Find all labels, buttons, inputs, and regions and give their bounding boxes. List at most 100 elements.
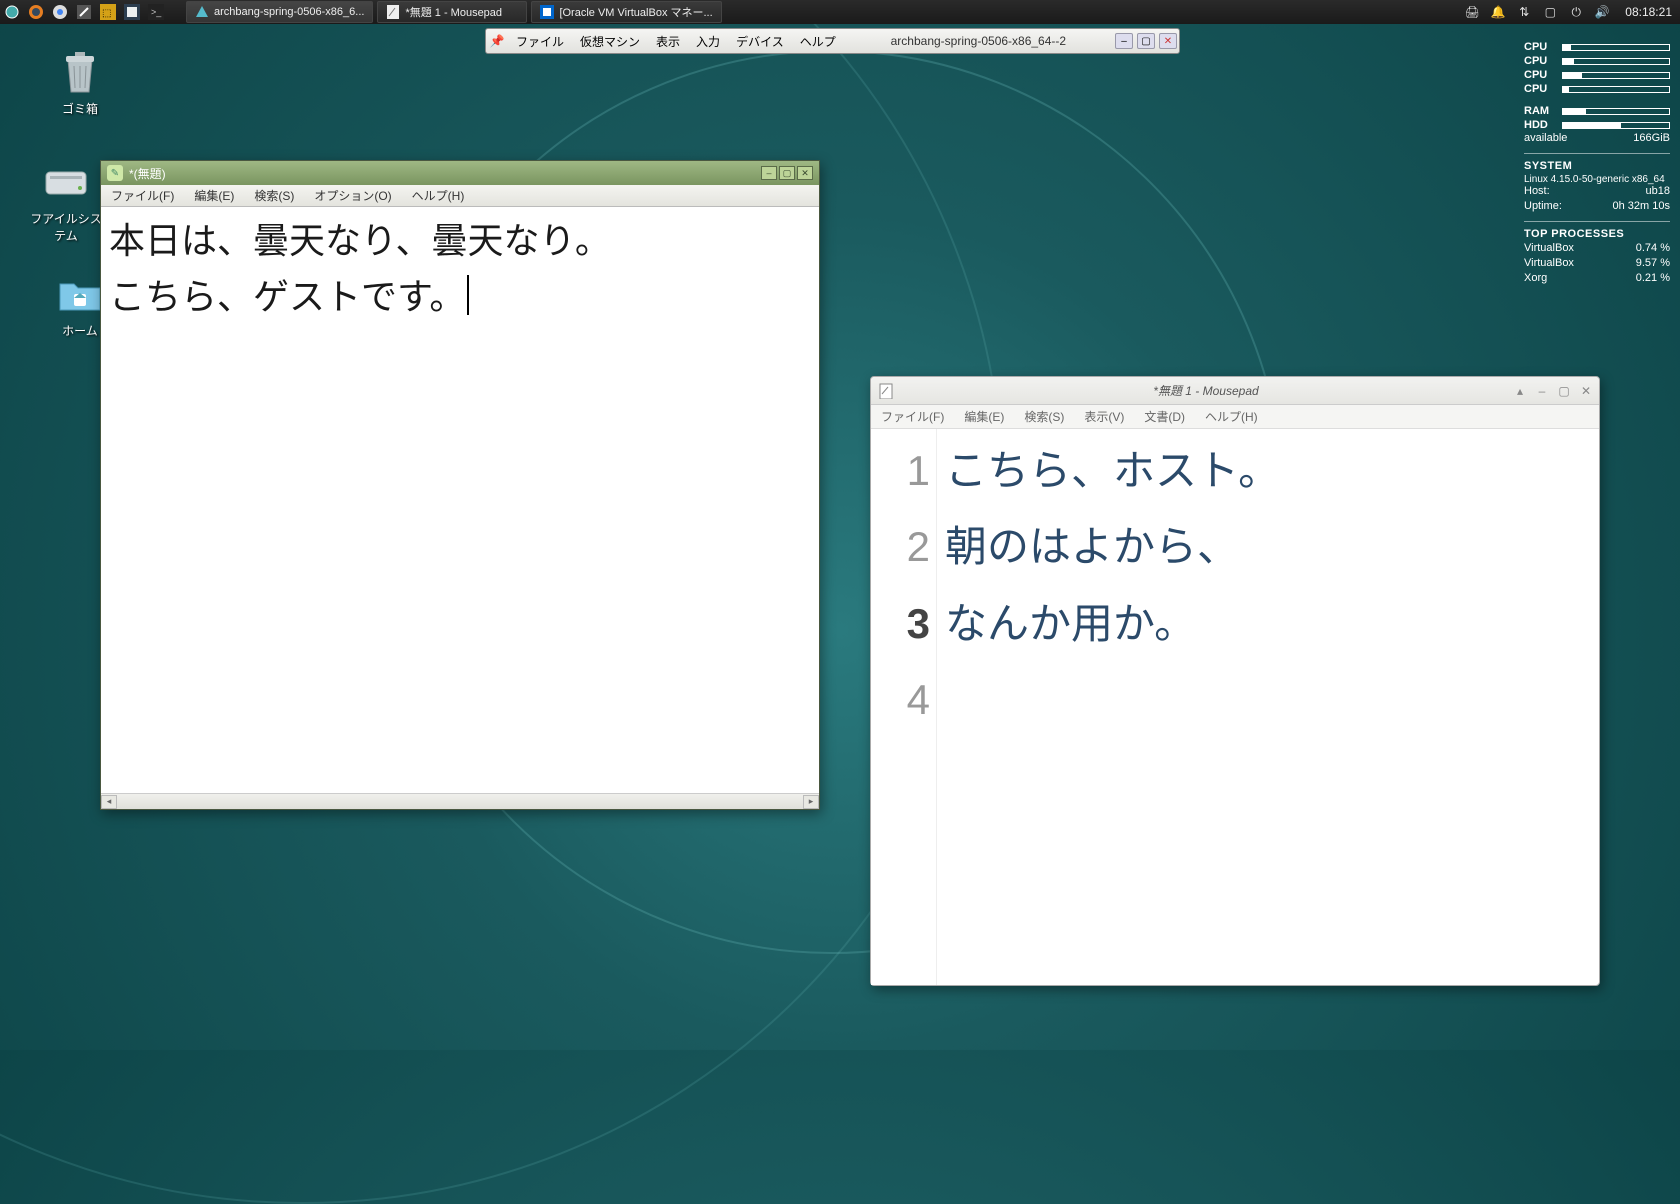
system-header: SYSTEM: [1524, 160, 1670, 172]
app-icon[interactable]: [121, 1, 143, 23]
maximize-button[interactable]: ▢: [1557, 384, 1571, 398]
taskbar-item-label: *無題 1 - Mousepad: [405, 4, 502, 20]
leafpad-title: *(無題): [129, 165, 166, 182]
top-processes-header: TOP PROCESSES: [1524, 228, 1670, 240]
leafpad-window: ✎ *(無題) – ▢ ✕ ファイル(F) 編集(E) 検索(S) オプション(…: [100, 160, 820, 810]
vbox-icon[interactable]: ⬚: [97, 1, 119, 23]
ram-bar: [1562, 108, 1670, 115]
printer-icon[interactable]: 🖨: [1463, 3, 1481, 21]
text-cursor: [467, 275, 469, 315]
menu-view[interactable]: 表示(V): [1074, 408, 1134, 425]
desktop-trash[interactable]: ゴミ箱: [40, 48, 120, 117]
desktop-icon-label: ゴミ箱: [40, 100, 120, 117]
vbox-menu-machine[interactable]: 仮想マシン: [572, 33, 648, 50]
svg-text:⬚: ⬚: [102, 8, 111, 19]
power-icon[interactable]: ⏻: [1567, 3, 1585, 21]
chrome-icon[interactable]: [49, 1, 71, 23]
leafpad-titlebar[interactable]: ✎ *(無題) – ▢ ✕: [101, 161, 819, 185]
host-label: Host:: [1524, 185, 1550, 200]
menu-search[interactable]: 検索(S): [1014, 408, 1074, 425]
minimize-button[interactable]: –: [761, 166, 777, 180]
maximize-button[interactable]: ▢: [779, 166, 795, 180]
svg-text:>_: >_: [151, 7, 162, 17]
firefox-icon[interactable]: [25, 1, 47, 23]
taskbar-item-label: [Oracle VM VirtualBox マネー...: [559, 4, 712, 20]
pin-icon[interactable]: 📌: [486, 34, 508, 48]
close-button[interactable]: ✕: [797, 166, 813, 180]
home-folder-icon: [56, 270, 104, 318]
process-pct: 0.21 %: [1636, 272, 1670, 287]
process-name: VirtualBox: [1524, 242, 1574, 257]
line-number: 1: [871, 433, 930, 509]
taskbar-item-label: archbang-spring-0506-x86_6...: [214, 6, 364, 18]
text-line: こちら、ホスト。: [945, 433, 1591, 509]
vbox-menu-file[interactable]: ファイル: [508, 33, 572, 50]
close-button[interactable]: ✕: [1579, 384, 1593, 398]
process-name: VirtualBox: [1524, 257, 1574, 272]
vbox-menu-view[interactable]: 表示: [648, 33, 688, 50]
menu-options[interactable]: オプション(O): [304, 187, 401, 204]
uptime-value: 0h 32m 10s: [1613, 200, 1670, 215]
terminal-icon[interactable]: >_: [145, 1, 167, 23]
uptime-label: Uptime:: [1524, 200, 1562, 215]
menu-help[interactable]: ヘルプ(H): [402, 187, 475, 204]
keep-above-button[interactable]: ▴: [1513, 384, 1527, 398]
mousepad-app-icon: [877, 382, 895, 400]
taskbar-item-mousepad[interactable]: *無題 1 - Mousepad: [377, 1, 527, 23]
minimize-button[interactable]: –: [1115, 33, 1133, 49]
close-button[interactable]: ✕: [1159, 33, 1177, 49]
host-value: ub18: [1646, 185, 1670, 200]
scroll-left-button[interactable]: ◂: [101, 795, 117, 809]
vbox-menu-help[interactable]: ヘルプ: [792, 33, 844, 50]
mousepad-menubar: ファイル(F) 編集(E) 検索(S) 表示(V) 文書(D) ヘルプ(H): [871, 405, 1599, 429]
hdd-bar: [1562, 122, 1670, 129]
notification-icon[interactable]: 🔔: [1489, 3, 1507, 21]
cpu-label: CPU: [1524, 83, 1562, 95]
mousepad-titlebar[interactable]: *無題 1 - Mousepad ▴ – ▢ ✕: [871, 377, 1599, 405]
cpu-label: CPU: [1524, 69, 1562, 81]
trash-icon: [56, 48, 104, 96]
menu-file[interactable]: ファイル(F): [101, 187, 184, 204]
editor-icon[interactable]: [73, 1, 95, 23]
menu-file[interactable]: ファイル(F): [871, 408, 954, 425]
vbox-menu-input[interactable]: 入力: [688, 33, 728, 50]
menu-edit[interactable]: 編集(E): [954, 408, 1014, 425]
cpu-bar: [1562, 44, 1670, 51]
scroll-right-button[interactable]: ▸: [803, 795, 819, 809]
clock[interactable]: 08:18:21: [1625, 5, 1672, 19]
minimize-button[interactable]: –: [1535, 384, 1549, 398]
cpu-bar: [1562, 86, 1670, 93]
cpu-bar: [1562, 72, 1670, 79]
mousepad-title: *無題 1 - Mousepad: [899, 382, 1513, 399]
system-monitor: CPUCPUCPUCPU RAM HDD available166GiB SYS…: [1524, 40, 1670, 287]
leafpad-textarea[interactable]: 本日は、曇天なり、曇天なり。 こちら、ゲストです。: [101, 207, 819, 793]
kernel-info: Linux 4.15.0-50-generic x86_64: [1524, 174, 1670, 185]
vbox-vm-title: archbang-spring-0506-x86_64--2: [844, 34, 1113, 48]
text-line: 朝のはよから、: [945, 509, 1591, 585]
mousepad-window: *無題 1 - Mousepad ▴ – ▢ ✕ ファイル(F) 編集(E) 検…: [870, 376, 1600, 986]
maximize-button[interactable]: ▢: [1137, 33, 1155, 49]
available-label: available: [1524, 132, 1567, 147]
line-number: 4: [871, 662, 930, 738]
display-icon[interactable]: ▢: [1541, 3, 1559, 21]
volume-icon[interactable]: 🔊: [1593, 3, 1611, 21]
menu-search[interactable]: 検索(S): [244, 187, 304, 204]
menu-edit[interactable]: 編集(E): [184, 187, 244, 204]
line-number: 2: [871, 509, 930, 585]
process-pct: 0.74 %: [1636, 242, 1670, 257]
process-pct: 9.57 %: [1636, 257, 1670, 272]
vbox-menu-devices[interactable]: デバイス: [728, 33, 792, 50]
cpu-bar: [1562, 58, 1670, 65]
taskbar-item-archbang[interactable]: archbang-spring-0506-x86_6...: [186, 1, 373, 23]
hdd-label: HDD: [1524, 119, 1562, 131]
mousepad-textarea[interactable]: こちら、ホスト。 朝のはよから、 なんか用か。: [937, 429, 1599, 985]
horizontal-scrollbar[interactable]: ◂ ▸: [101, 793, 819, 809]
line-number-gutter: 1 2 3 4: [871, 429, 937, 985]
network-icon[interactable]: ⇅: [1515, 3, 1533, 21]
menu-icon[interactable]: [1, 1, 23, 23]
menu-help[interactable]: ヘルプ(H): [1195, 408, 1268, 425]
desktop-filesystem[interactable]: フアイルシステム: [26, 158, 106, 244]
menu-document[interactable]: 文書(D): [1134, 408, 1195, 425]
taskbar-item-vbox[interactable]: [Oracle VM VirtualBox マネー...: [531, 1, 721, 23]
cpu-label: CPU: [1524, 55, 1562, 67]
